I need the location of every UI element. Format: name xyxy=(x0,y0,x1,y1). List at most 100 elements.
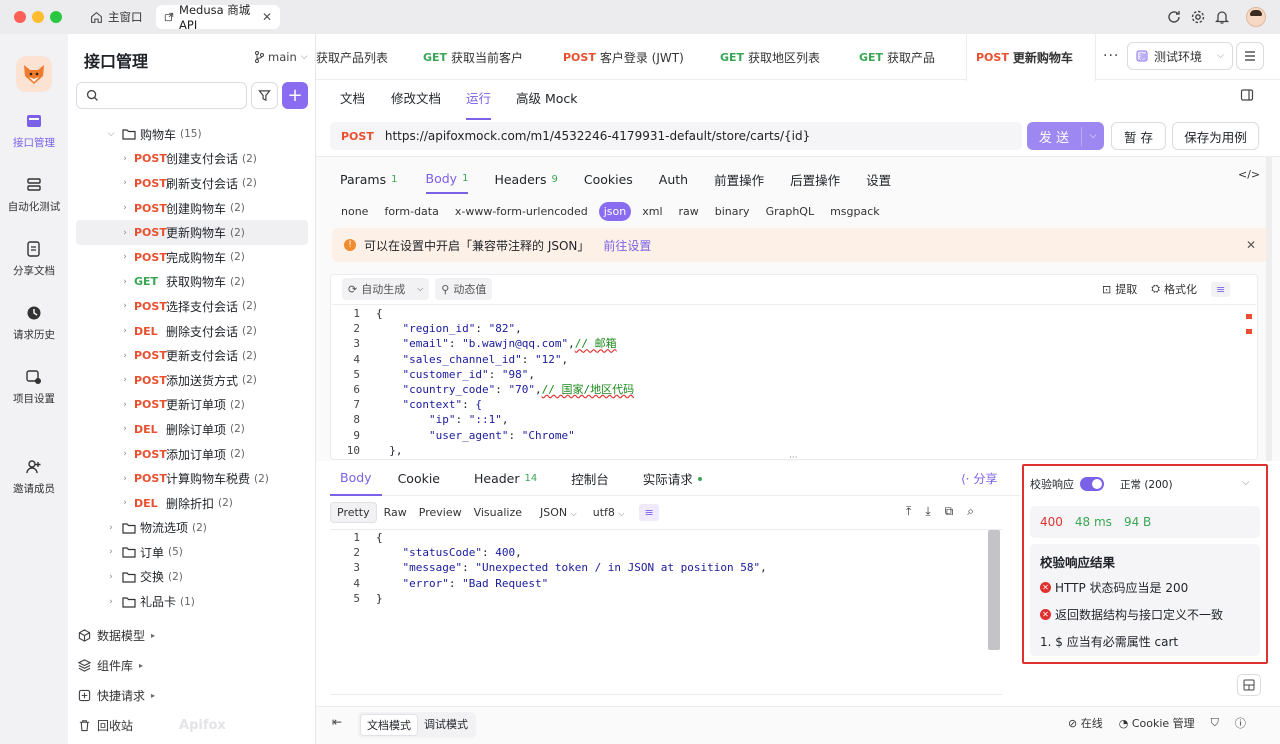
dynamic-value-button[interactable]: ⚲ 动态值 xyxy=(435,278,493,300)
tree-api-item[interactable]: › GET 获取购物车 (2) xyxy=(68,270,316,295)
scrollbar-track[interactable] xyxy=(1266,156,1272,461)
doc-mode-button[interactable]: 文档模式 xyxy=(360,714,418,736)
expected-status-select[interactable]: 正常 (200) xyxy=(1120,477,1173,492)
tab-advanced-mock[interactable]: 高级 Mock xyxy=(516,88,578,118)
branch-selector[interactable]: main ⌵ xyxy=(254,50,308,64)
environment-select[interactable]: 测 测试环境 ⌵ xyxy=(1127,42,1233,70)
body-type-option[interactable]: binary xyxy=(710,202,755,221)
param-tab[interactable]: Headers 9 xyxy=(494,164,557,194)
mode-visualize[interactable]: Visualize xyxy=(469,503,527,522)
validate-toggle-switch[interactable] xyxy=(1080,477,1104,491)
footer-item-data-model[interactable]: 数据模型 ▸ xyxy=(78,620,308,650)
rail-item-automation[interactable]: 自动化测试 xyxy=(0,176,68,214)
search-input[interactable] xyxy=(105,88,245,103)
rail-item-share-docs[interactable]: 分享文档 xyxy=(0,240,68,278)
tree-api-item[interactable]: › POST 选择支付会话 (2) xyxy=(68,294,316,319)
user-avatar[interactable] xyxy=(1246,7,1266,27)
panel-layout-button[interactable] xyxy=(1237,674,1261,696)
notification-bell-icon[interactable] xyxy=(1214,9,1230,25)
debug-mode-button[interactable]: 调试模式 xyxy=(418,714,474,736)
tab-doc[interactable]: 文档 xyxy=(340,88,365,118)
format-select[interactable]: JSON ⌵ xyxy=(535,503,582,522)
share-button[interactable]: ⟨⋅ 分享 xyxy=(961,470,998,487)
save-draft-button[interactable]: 暂 存 xyxy=(1111,122,1166,150)
tree-api-item[interactable]: › POST 更新购物车 (2) xyxy=(76,220,308,245)
request-tab[interactable]: GET 获取当前客户 xyxy=(423,34,523,80)
refresh-icon[interactable] xyxy=(1166,9,1182,25)
notice-link[interactable]: 前往设置 xyxy=(603,237,651,254)
menu-button[interactable] xyxy=(1236,42,1264,70)
rail-item-project-settings[interactable]: 项目设置 xyxy=(0,368,68,406)
body-type-option[interactable]: none xyxy=(336,202,373,221)
request-tab[interactable]: 获取产品列表 xyxy=(316,34,416,80)
tree-api-item[interactable]: › POST 更新订单项 (2) xyxy=(68,393,316,418)
project-logo[interactable] xyxy=(16,56,52,92)
minimize-window-button[interactable] xyxy=(32,11,44,23)
tree-api-item[interactable]: › DEL 删除折扣 (2) xyxy=(68,491,316,516)
tab-edit-doc[interactable]: 修改文档 xyxy=(391,88,441,118)
param-tab[interactable]: Params 1 xyxy=(340,164,398,194)
mode-preview[interactable]: Preview xyxy=(414,503,467,522)
footer-item-components[interactable]: 组件库 ▸ xyxy=(78,650,308,680)
filter-button[interactable] xyxy=(251,82,278,109)
tree-api-item[interactable]: › POST 刷新支付会话 (2) xyxy=(68,171,316,196)
maximize-window-button[interactable] xyxy=(50,11,62,23)
url-method[interactable]: POST xyxy=(341,130,374,143)
body-type-option[interactable]: GraphQL xyxy=(761,202,820,221)
rail-item-api-management[interactable]: 接口管理 xyxy=(0,112,68,150)
request-tab[interactable]: GET 获取地区列表 xyxy=(720,34,820,80)
tree-folder[interactable]: › 物流选项 (2) xyxy=(68,516,316,541)
body-type-option[interactable]: xml xyxy=(637,202,667,221)
body-type-option[interactable]: json xyxy=(598,201,632,221)
body-type-option[interactable]: form-data xyxy=(379,202,443,221)
close-window-button[interactable] xyxy=(14,11,26,23)
more-tabs-icon[interactable]: ··· xyxy=(1103,48,1119,64)
response-scrollbar[interactable] xyxy=(988,530,1000,650)
layout-toggle-icon[interactable] xyxy=(1240,88,1254,102)
rail-item-invite[interactable]: 邀请成员 xyxy=(0,458,68,496)
body-type-option[interactable]: x-www-form-urlencoded xyxy=(450,202,593,221)
url-input[interactable]: https://apifoxmock.com/m1/4532246-417993… xyxy=(385,129,810,143)
window-tab-home[interactable]: 主窗口 xyxy=(82,6,151,28)
cookie-manager[interactable]: ◔ Cookie 管理 xyxy=(1119,715,1195,731)
param-tab[interactable]: 前置操作 xyxy=(714,164,764,194)
close-tab-icon[interactable]: ✕ xyxy=(262,10,272,24)
tree-api-item[interactable]: › POST 添加送货方式 (2) xyxy=(68,368,316,393)
param-tab[interactable]: 后置操作 xyxy=(790,164,840,194)
chevron-down-icon[interactable]: ⌵ xyxy=(1082,131,1104,141)
format-button[interactable]: ⛭ 格式化 xyxy=(1151,281,1197,297)
shirt-icon[interactable]: ⛉ xyxy=(1211,716,1219,730)
response-tab[interactable]: Body xyxy=(330,462,382,496)
param-tab[interactable]: Body 1 xyxy=(425,164,469,194)
extract-button[interactable]: ⊡ 提取 xyxy=(1102,281,1137,297)
param-tab[interactable]: 设置 xyxy=(866,164,891,194)
tree-folder[interactable]: › 礼品卡 (1) xyxy=(68,589,316,614)
tree-api-item[interactable]: › DEL 删除支付会话 (2) xyxy=(68,319,316,344)
send-button[interactable]: 发 送 xyxy=(1027,126,1082,146)
encoding-select[interactable]: utf8 ⌵ xyxy=(588,503,630,522)
request-tab-active[interactable]: POST 更新购物车 xyxy=(966,34,1096,81)
response-tab[interactable]: Header 14 xyxy=(464,462,547,496)
body-type-option[interactable]: raw xyxy=(674,202,704,221)
body-type-option[interactable]: msgpack xyxy=(825,202,885,221)
url-bar[interactable]: POST https://apifoxmock.com/m1/4532246-4… xyxy=(330,122,1022,150)
response-tab[interactable]: Cookie xyxy=(388,462,450,496)
param-tab[interactable]: Auth xyxy=(659,164,688,194)
tree-api-item[interactable]: › POST 更新支付会话 (2) xyxy=(68,343,316,368)
search-box[interactable] xyxy=(76,82,247,109)
download-icon[interactable]: ⤓ xyxy=(925,504,930,519)
tree-folder[interactable]: › 订单 (5) xyxy=(68,540,316,565)
auto-generate-button[interactable]: ⟳ 自动生成 ⌵ xyxy=(342,278,430,300)
request-tab[interactable]: POST 客户登录 (JWT) xyxy=(563,34,684,80)
wrap-lines-icon[interactable]: ≡ xyxy=(639,503,659,521)
tree-api-item[interactable]: › POST 创建购物车 (2) xyxy=(68,196,316,221)
save-as-case-button[interactable]: 保存为用例 xyxy=(1172,122,1259,150)
tree-api-item[interactable]: › POST 添加订单项 (2) xyxy=(68,442,316,467)
tree-api-item[interactable]: › DEL 删除订单项 (2) xyxy=(68,417,316,442)
tree-api-item[interactable]: › POST 创建支付会话 (2) xyxy=(68,147,316,172)
footer-item-trash[interactable]: 回收站 Apifox xyxy=(78,710,308,740)
response-tab[interactable]: 实际请求 xyxy=(633,462,712,496)
wrap-lines-icon[interactable]: ≡ xyxy=(1211,281,1231,297)
response-tab[interactable]: 控制台 xyxy=(561,462,619,496)
tree-api-item[interactable]: › POST 计算购物车税费 (2) xyxy=(68,466,316,491)
